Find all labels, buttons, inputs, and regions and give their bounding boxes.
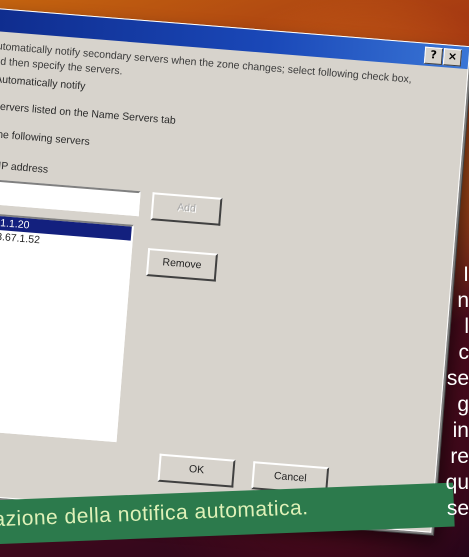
caption-text: tazione della notifica automatica. bbox=[0, 496, 309, 532]
ip-list[interactable]: 10.1.1.20 128.67.1.52 bbox=[0, 212, 134, 443]
side-text-column: I n l c se g in re qu se bbox=[403, 264, 469, 524]
ip-address-label: IP address bbox=[0, 159, 49, 176]
side-text-line: se bbox=[446, 498, 469, 520]
remove-button[interactable]: Remove bbox=[145, 248, 218, 282]
notify-dialog: ? × Automatically notify secondary serve… bbox=[0, 6, 469, 533]
side-text-line: se bbox=[446, 368, 469, 390]
ip-address-input[interactable] bbox=[0, 178, 141, 217]
side-text-line: re bbox=[450, 446, 469, 468]
side-text-line: qu bbox=[445, 472, 469, 494]
side-text-line: in bbox=[452, 420, 469, 442]
side-text-line: I bbox=[463, 264, 469, 286]
ok-button[interactable]: OK bbox=[157, 453, 236, 488]
radio-servers-tab-label[interactable]: Servers listed on the Name Servers tab bbox=[0, 100, 176, 127]
side-text-line: g bbox=[457, 394, 469, 416]
notify-label: Automatically notify bbox=[0, 73, 86, 93]
side-text-line: n bbox=[457, 290, 469, 312]
side-text-line: c bbox=[458, 342, 469, 364]
add-button[interactable]: Add bbox=[150, 192, 223, 226]
side-text-line: l bbox=[464, 316, 469, 338]
help-button[interactable]: ? bbox=[423, 46, 444, 66]
close-button[interactable]: × bbox=[442, 48, 463, 67]
radio-following-label[interactable]: The following servers bbox=[0, 128, 90, 148]
